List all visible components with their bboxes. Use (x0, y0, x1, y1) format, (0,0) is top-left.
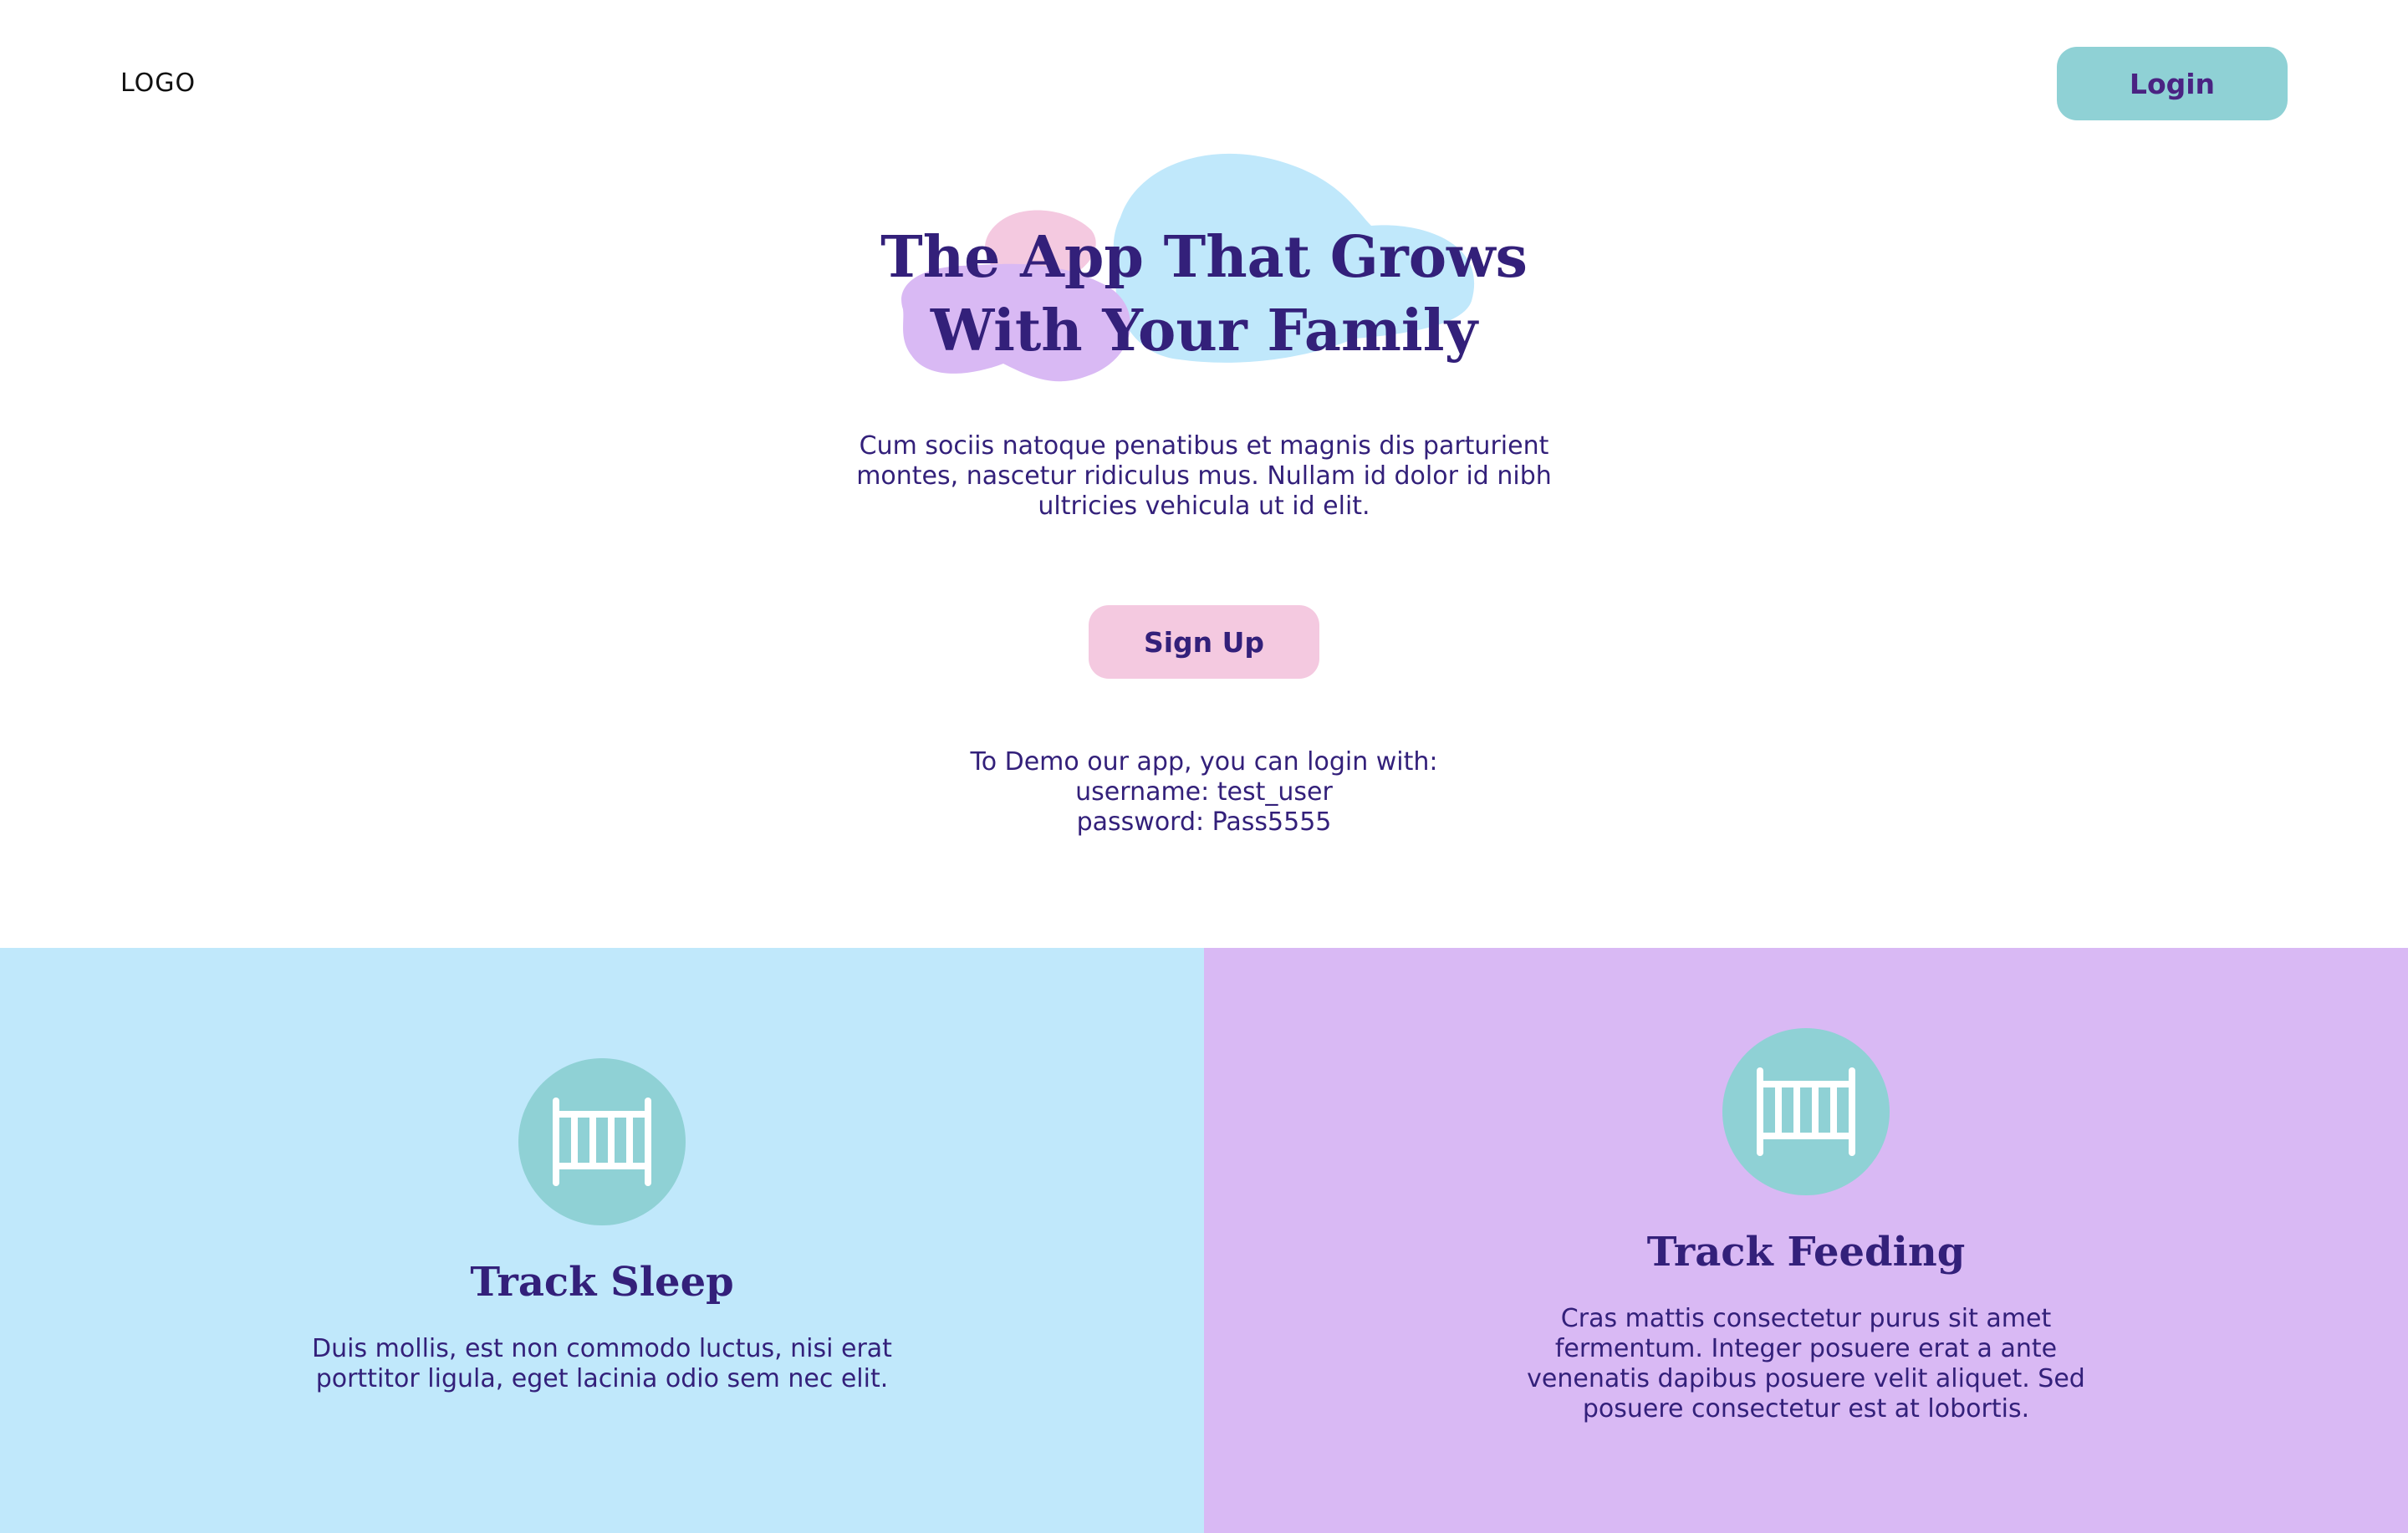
demo-username: username: test_user (1075, 777, 1333, 807)
demo-password: password: Pass5555 (1076, 807, 1332, 837)
feature-track-feeding: Track Feeding Cras mattis consectetur pu… (1204, 948, 2408, 1533)
feature-description: Cras mattis consectetur purus sit amet f… (1527, 1304, 2085, 1424)
feature-title: Track Sleep (470, 1259, 734, 1306)
hero-description: Cum sociis natoque penatibus et magnis d… (856, 431, 1552, 521)
crib-icon (518, 1058, 686, 1225)
logo[interactable]: LOGO (120, 69, 196, 98)
hero-title-line-2: With Your Family (930, 298, 1478, 364)
feature-title: Track Feeding (1646, 1229, 1966, 1276)
signup-button[interactable]: Sign Up (1089, 605, 1319, 679)
login-button[interactable]: Login (2057, 47, 2288, 120)
landing-page: LOGO Login The App That Grows With Your … (0, 0, 2408, 1533)
feature-description: Duis mollis, est non commodo luctus, nis… (312, 1334, 892, 1393)
crib-icon (1722, 1028, 1890, 1195)
demo-credentials: To Demo our app, you can login with: use… (828, 747, 1580, 838)
feature-track-sleep: Track Sleep Duis mollis, est non commodo… (0, 948, 1204, 1533)
hero-title: The App That Grows With Your Family (786, 221, 1622, 368)
demo-intro: To Demo our app, you can login with: (970, 747, 1438, 777)
hero-title-line-1: The App That Grows (880, 224, 1528, 291)
